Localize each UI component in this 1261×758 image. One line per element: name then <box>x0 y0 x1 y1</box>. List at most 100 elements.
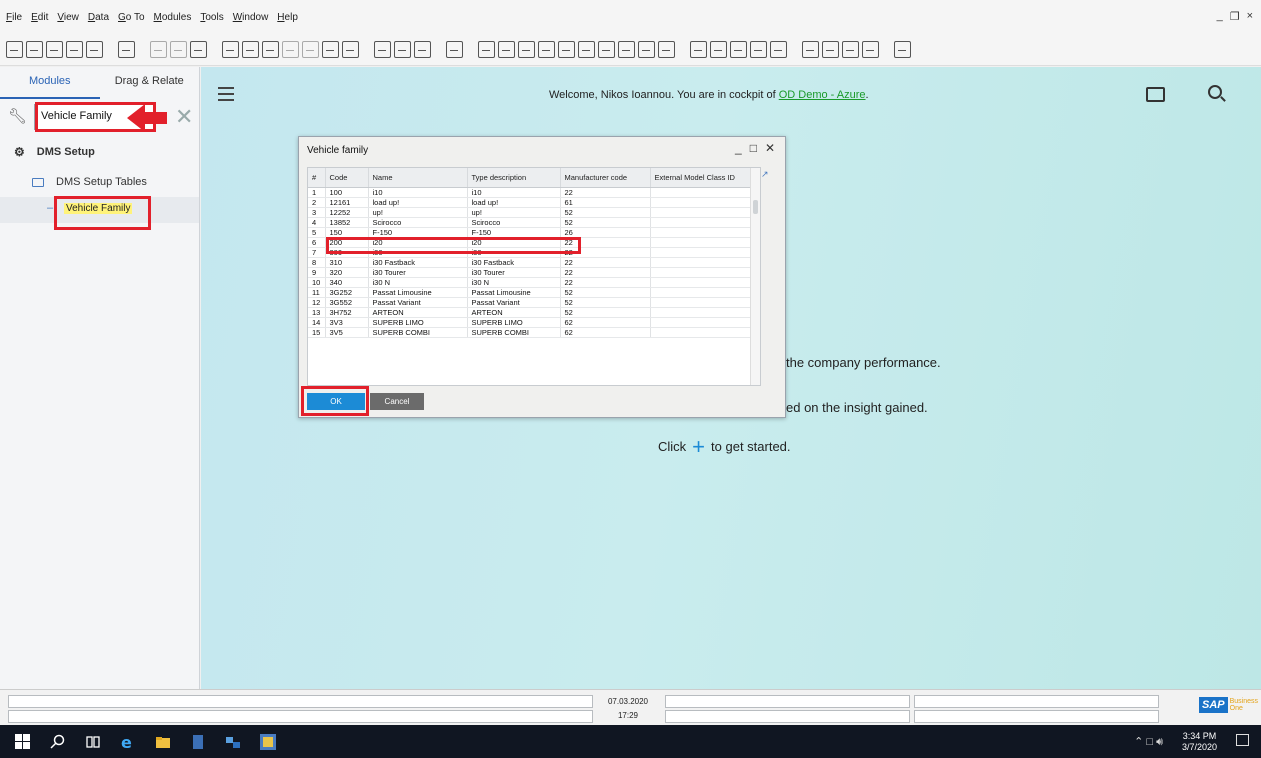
table-row[interactable]: 8 310 i30 Fastback i30 Fastback 22 <box>308 257 751 268</box>
company-link[interactable]: OD Demo - Azure <box>779 89 866 101</box>
table-row[interactable]: 10 340 i30 Ni30 N 22 <box>308 277 751 288</box>
tree-folder-dms-setup-tables[interactable]: DMS Setup Tables <box>0 167 199 197</box>
menu-data[interactable]: Data <box>88 12 109 23</box>
menu-view[interactable]: View <box>57 12 79 23</box>
help-icon[interactable] <box>894 41 911 58</box>
close-icon[interactable]: × <box>1247 10 1253 23</box>
table-row[interactable]: 13 3H752 ARTEON ARTEON 52 <box>308 307 751 318</box>
calendar-icon[interactable] <box>690 41 707 58</box>
file-explorer-icon[interactable] <box>154 734 172 750</box>
sort-icon[interactable] <box>414 41 431 58</box>
gross-profit-icon[interactable] <box>518 41 535 58</box>
word-icon[interactable] <box>118 41 135 58</box>
menu-go-to[interactable]: Go To <box>118 12 145 23</box>
table-row[interactable]: 11 3G252 Passat Limousine Passat Limousine 5… <box>308 287 751 298</box>
clear-search-icon[interactable]: ✕ <box>175 104 193 130</box>
table-row[interactable]: 12 3G552 Passat Variant Passat Variant 52 <box>308 297 751 308</box>
internet-explorer-icon[interactable]: e <box>119 734 137 750</box>
task-view-icon[interactable] <box>84 734 102 750</box>
add-widget-plus-icon[interactable]: + <box>692 436 705 458</box>
report-icon[interactable] <box>710 41 727 58</box>
tree-root-dms-setup[interactable]: ⚙︎ DMS Setup <box>0 137 199 167</box>
preview-icon[interactable] <box>6 41 23 58</box>
column-header[interactable]: Name <box>368 168 468 188</box>
expand-grid-icon[interactable]: ↗ <box>761 169 769 180</box>
menu-tools[interactable]: Tools <box>200 12 223 23</box>
table-row[interactable]: 2 12161 load up! load up! 61 <box>308 197 751 208</box>
hamburger-menu-icon[interactable] <box>218 87 234 101</box>
app-icon-2[interactable] <box>224 734 242 750</box>
menu-modules[interactable]: Modules <box>154 12 192 23</box>
udf-icon[interactable] <box>802 41 819 58</box>
menu-help[interactable]: Help <box>277 12 298 23</box>
first-record-icon[interactable] <box>282 41 299 58</box>
next-record-icon[interactable] <box>322 41 339 58</box>
journal-icon[interactable] <box>558 41 575 58</box>
restore-icon[interactable]: ❐ <box>1230 10 1240 23</box>
table-row[interactable]: 3 12252 up! up! 52 <box>308 207 751 218</box>
column-header[interactable]: Type description <box>467 168 561 188</box>
action-center-icon[interactable] <box>1236 734 1249 746</box>
system-tray-icons[interactable]: ⌃ □ 🔊︎ <box>1134 735 1163 749</box>
cockpit-icon[interactable] <box>842 41 859 58</box>
table-row[interactable]: 9 320 i30 Tourer i30 Tourer 22 <box>308 267 751 278</box>
open-folder-icon[interactable] <box>1146 87 1165 102</box>
table-row[interactable]: 14 3V3 SUPERB LIMO SUPERB LIMO 62 <box>308 317 751 328</box>
users-icon[interactable] <box>770 41 787 58</box>
add-icon[interactable] <box>262 41 279 58</box>
search-icon[interactable] <box>1208 85 1222 99</box>
activity-icon[interactable] <box>618 41 635 58</box>
dialog-close-icon[interactable]: ✕ <box>765 141 775 155</box>
menu-window[interactable]: Window <box>233 12 269 23</box>
tab-modules[interactable]: Modules <box>0 67 100 99</box>
search-taskbar-icon[interactable] <box>49 734 67 750</box>
alerts-icon[interactable] <box>658 41 675 58</box>
filter-icon[interactable] <box>222 41 239 58</box>
previous-record-icon[interactable] <box>302 41 319 58</box>
tree-icon[interactable] <box>750 41 767 58</box>
minimize-icon[interactable]: _ <box>1217 10 1223 23</box>
query-icon[interactable] <box>730 41 747 58</box>
table-row[interactable]: 15 3V5 SUPERB COMBI SUPERB COMBI 62 <box>308 327 751 338</box>
scrollbar-thumb[interactable] <box>753 200 758 214</box>
refresh-icon[interactable] <box>374 41 391 58</box>
find-icon[interactable] <box>242 41 259 58</box>
settings-icon[interactable] <box>578 41 595 58</box>
excel-icon[interactable] <box>150 41 167 58</box>
sap-business-one-taskbar-icon[interactable] <box>259 733 277 750</box>
menu-file[interactable]: File <box>6 12 22 23</box>
widget-icon[interactable] <box>862 41 879 58</box>
print-icon[interactable] <box>26 41 43 58</box>
taskbar-clock[interactable]: 3:34 PM 3/7/2020 <box>1182 731 1217 753</box>
column-header[interactable]: # <box>308 168 326 188</box>
filter-table-icon[interactable] <box>394 41 411 58</box>
messages-icon[interactable] <box>638 41 655 58</box>
cancel-button[interactable]: Cancel <box>370 393 424 410</box>
target-document-icon[interactable] <box>478 41 495 58</box>
app-icon-1[interactable] <box>189 734 207 750</box>
dashboard-icon[interactable] <box>822 41 839 58</box>
column-header[interactable]: Code <box>325 168 369 188</box>
payment-icon[interactable] <box>538 41 555 58</box>
wrench-icon[interactable]: 🔧︎ <box>8 107 28 127</box>
lock-icon[interactable] <box>190 41 207 58</box>
menu-edit[interactable]: Edit <box>31 12 48 23</box>
email-icon[interactable] <box>46 41 63 58</box>
column-header[interactable]: Manufacturer code <box>560 168 651 188</box>
dialog-maximize-icon[interactable]: □ <box>750 141 757 155</box>
launch-app-icon[interactable] <box>170 41 187 58</box>
tab-drag-relate[interactable]: Drag & Relate <box>100 67 200 99</box>
layout-designer-icon[interactable] <box>498 41 515 58</box>
windows-start-icon[interactable] <box>14 733 32 750</box>
grid-scrollbar[interactable] <box>750 168 760 385</box>
export-icon[interactable] <box>86 41 103 58</box>
dialog-minimize-icon[interactable]: _ <box>735 141 742 155</box>
table-row[interactable]: 5 150 F-150 F-150 26 <box>308 227 751 238</box>
export-pdf-icon[interactable] <box>66 41 83 58</box>
table-row[interactable]: 1 100 i10 i10 22 <box>308 187 751 198</box>
table-row[interactable]: 4 13852 Scirocco Scirocco 52 <box>308 217 751 228</box>
last-record-icon[interactable] <box>342 41 359 58</box>
column-header[interactable]: External Model Class ID <box>650 168 751 188</box>
base-document-icon[interactable] <box>446 41 463 58</box>
edit-form-icon[interactable] <box>598 41 615 58</box>
